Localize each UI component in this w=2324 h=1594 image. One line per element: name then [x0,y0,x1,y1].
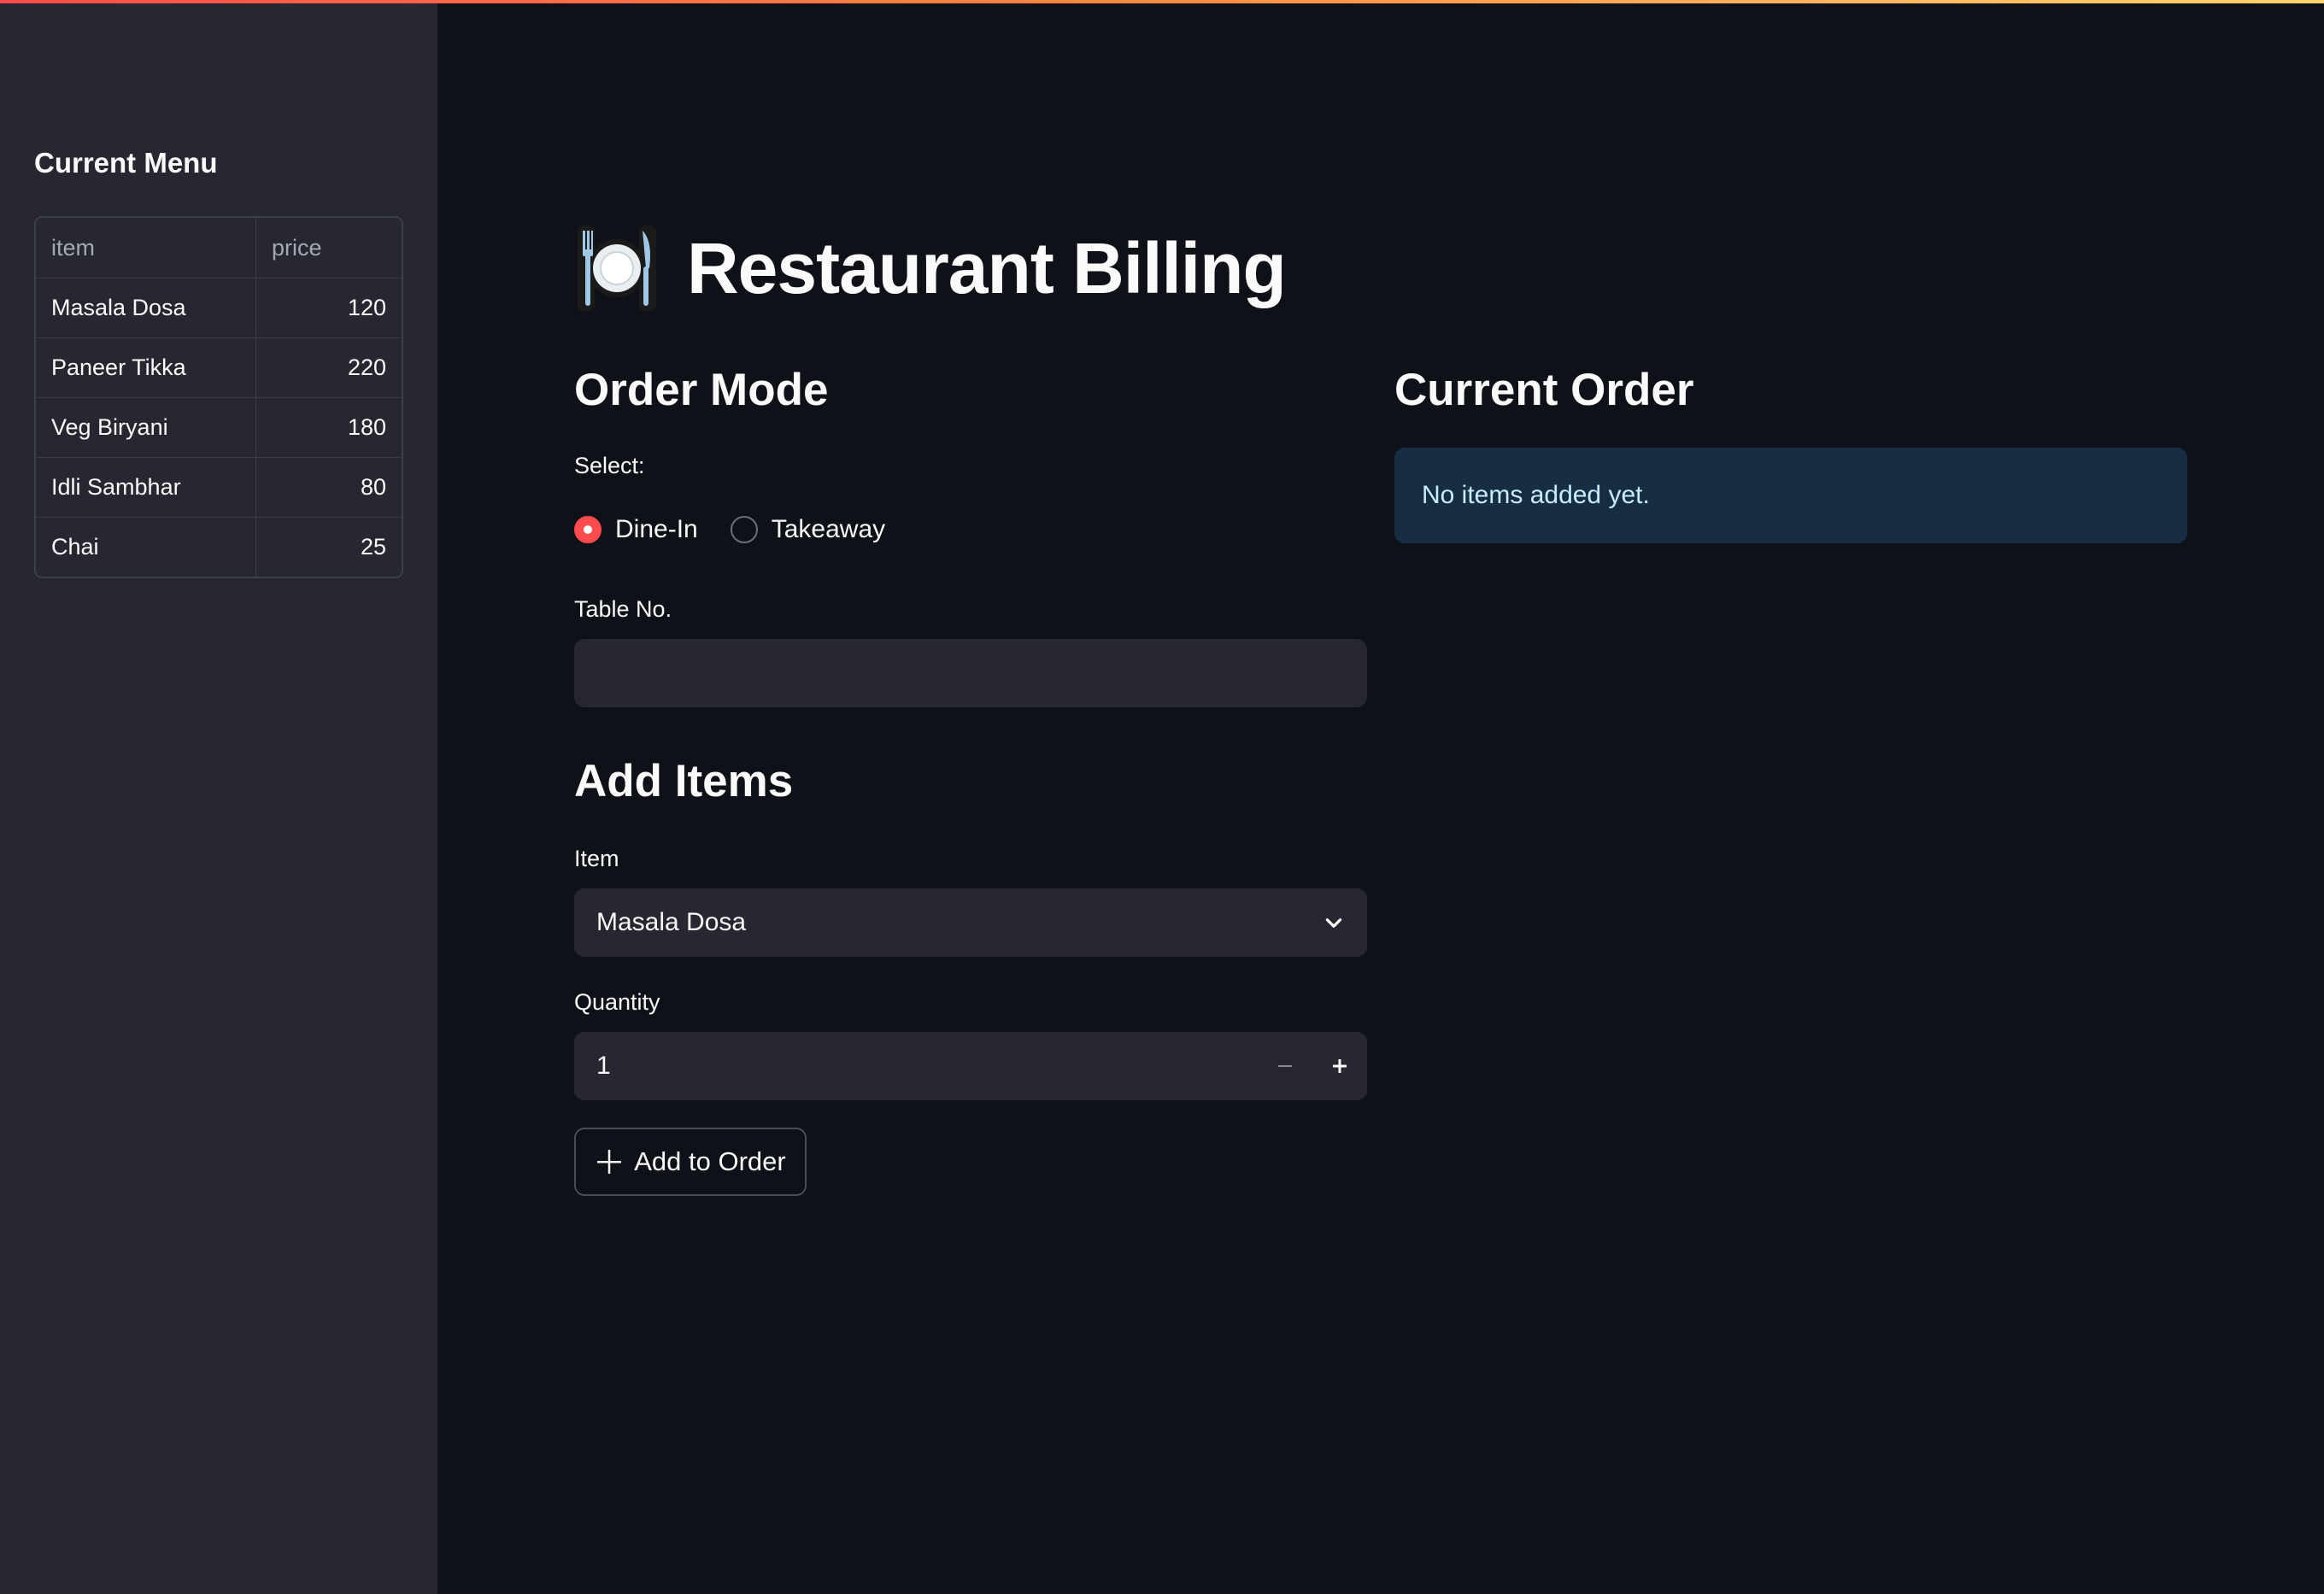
radio-selected-icon[interactable] [574,516,602,543]
table-row: Chai 25 [36,517,402,577]
table-cell-price[interactable]: 120 [256,278,402,337]
table-cell-price[interactable]: 180 [256,398,402,457]
table-row: Idli Sambhar 80 [36,457,402,517]
chevron-down-icon[interactable] [1323,911,1345,934]
table-no-input[interactable] [574,639,1367,707]
plus-icon[interactable] [595,1147,624,1176]
table-cell-item[interactable]: Masala Dosa [36,278,256,337]
page-title: Restaurant Billing [574,224,1287,313]
table-row: Veg Biryani 180 [36,397,402,457]
menu-table: item price Masala Dosa 120 Paneer Tikka … [34,216,403,578]
table-no-label: Table No. [574,596,672,622]
current-order-heading: Current Order [1394,365,1694,415]
order-mode-radio-group: Dine-In Takeaway [574,515,918,544]
radio-takeaway[interactable]: Takeaway [730,515,885,544]
item-select-value[interactable]: Masala Dosa [596,908,746,937]
radio-label[interactable]: Dine-In [615,515,698,544]
radio-dine-in[interactable]: Dine-In [574,515,698,544]
table-cell-item[interactable]: Chai [36,518,256,577]
increment-button[interactable] [1312,1032,1367,1100]
quantity-stepper[interactable]: 1 [574,1032,1367,1100]
table-cell-item[interactable]: Paneer Tikka [36,338,256,397]
add-to-order-label[interactable]: Add to Order [634,1146,785,1177]
table-cell-item[interactable]: Veg Biryani [36,398,256,457]
top-decoration-bar [0,0,2324,3]
column-header-price[interactable]: price [256,218,402,278]
table-cell-price[interactable]: 25 [256,518,402,577]
page-title-text: Restaurant Billing [687,227,1287,308]
plus-icon[interactable] [1331,1058,1348,1075]
table-cell-price[interactable]: 220 [256,338,402,397]
fork-knife-plate-icon [578,226,656,311]
add-to-order-button[interactable]: Add to Order [574,1128,807,1196]
quantity-label: Quantity [574,989,660,1015]
empty-order-info: No items added yet. [1394,448,2187,543]
radio-label[interactable]: Takeaway [772,515,885,544]
table-row: Masala Dosa 120 [36,278,402,337]
table-cell-price[interactable]: 80 [256,458,402,517]
menu-table-header: item price [36,218,402,278]
sidebar: Current Menu item price Masala Dosa 120 … [0,0,437,1594]
order-mode-heading: Order Mode [574,365,829,415]
item-select[interactable]: Masala Dosa [574,888,1367,957]
quantity-value[interactable]: 1 [596,1052,1258,1081]
sidebar-title: Current Menu [34,147,218,179]
decrement-button[interactable] [1258,1032,1312,1100]
table-cell-item[interactable]: Idli Sambhar [36,458,256,517]
radio-unselected-icon[interactable] [730,516,758,543]
select-label: Select: [574,453,645,478]
add-items-heading: Add Items [574,756,794,806]
table-row: Paneer Tikka 220 [36,337,402,397]
minus-icon[interactable] [1276,1058,1294,1075]
column-header-item[interactable]: item [36,218,256,278]
empty-order-message: No items added yet. [1422,481,1650,509]
item-label: Item [574,846,619,871]
main-content: Restaurant Billing Order Mode Select: Di… [437,0,2324,1594]
